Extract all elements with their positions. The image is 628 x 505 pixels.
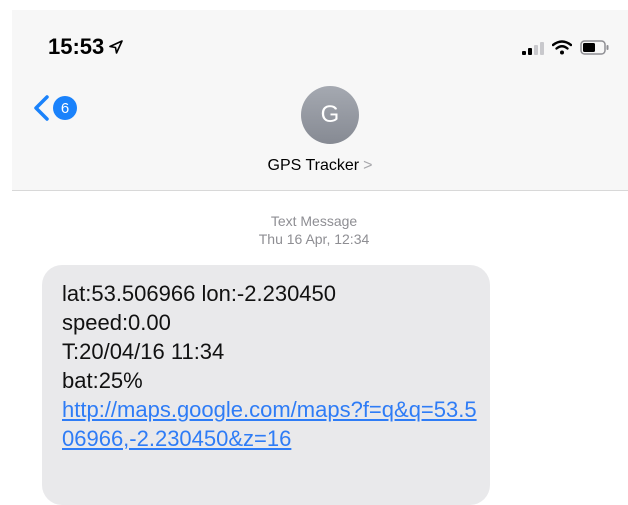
- conversation-meta: Text Message Thu 16 Apr, 12:34: [0, 212, 628, 248]
- chevron-right-icon: >: [363, 157, 373, 174]
- wifi-icon: [552, 40, 572, 55]
- unread-count-badge: 6: [53, 96, 77, 120]
- cellular-signal-icon: [522, 41, 544, 55]
- incoming-message-bubble[interactable]: lat:53.506966 lon:-2.230450 speed:0.00 T…: [42, 265, 490, 505]
- back-button[interactable]: 6: [32, 94, 77, 122]
- contact-name-button[interactable]: GPS Tracker >: [12, 157, 628, 175]
- maps-link[interactable]: http://maps.google.com/maps?f=q&q=53.506…: [62, 395, 478, 453]
- contact-avatar[interactable]: G: [301, 86, 359, 144]
- contact-name: GPS Tracker: [267, 157, 360, 174]
- message-line-battery: bat:25%: [62, 368, 143, 393]
- status-bar-right: [522, 40, 610, 55]
- status-time: 15:53: [48, 34, 105, 59]
- navigation-header: 15:53 6 G GPS Tracker >: [12, 10, 628, 191]
- status-bar-left: 15:53: [48, 34, 124, 60]
- message-line-speed: speed:0.00: [62, 310, 171, 335]
- chevron-left-icon: [34, 95, 49, 121]
- message-line-time: T:20/04/16 11:34: [62, 339, 225, 364]
- battery-icon: [580, 40, 609, 55]
- message-line-location: lat:53.506966 lon:-2.230450: [62, 281, 337, 306]
- location-arrow-icon: [109, 40, 124, 54]
- avatar-initial: G: [320, 101, 340, 128]
- message-timestamp: Thu 16 Apr, 12:34: [258, 231, 370, 247]
- service-label: Text Message: [270, 213, 358, 229]
